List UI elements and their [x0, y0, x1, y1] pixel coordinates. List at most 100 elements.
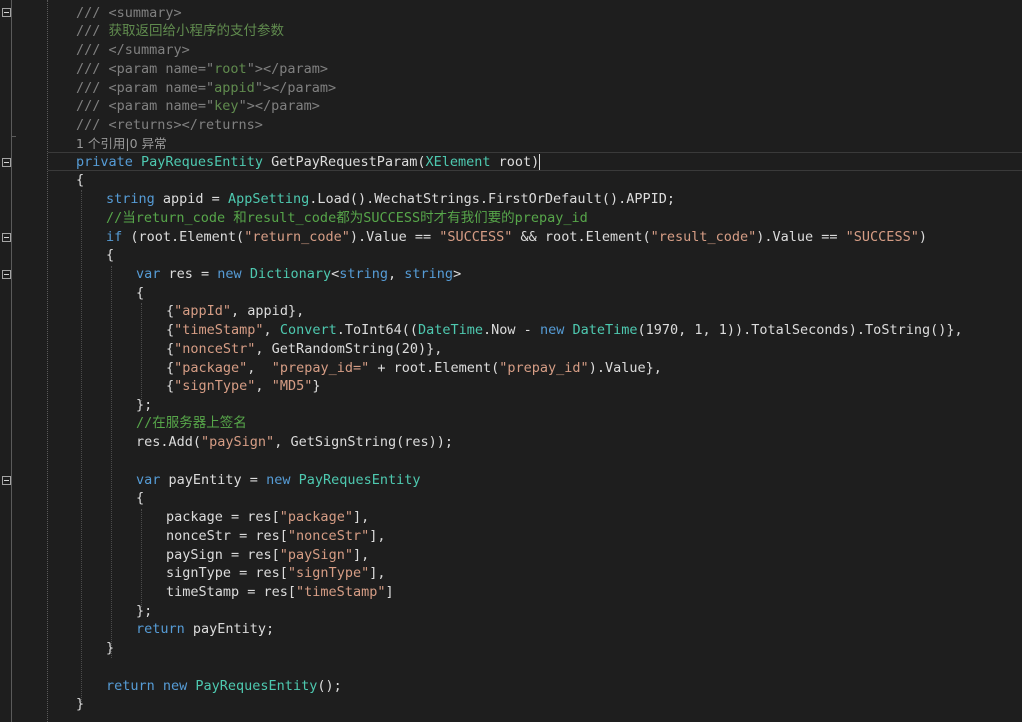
- code-token: ).Value ==: [349, 229, 440, 245]
- code-token: /// </summary>: [76, 42, 190, 58]
- code-line[interactable]: return payEntity;: [136, 620, 274, 639]
- collapse-if-icon[interactable]: [2, 233, 11, 242]
- code-line[interactable]: {: [106, 246, 114, 265]
- code-token: ,: [388, 266, 405, 282]
- code-token: /// <param name=": [76, 80, 215, 96]
- code-token: PayRequesEntity: [195, 678, 318, 694]
- code-token: ).Value},: [588, 360, 662, 376]
- code-token: ): [918, 229, 927, 245]
- code-line[interactable]: /// <summary>: [76, 4, 182, 23]
- code-token: AppSetting: [227, 191, 310, 207]
- code-token: payEntity =: [168, 472, 267, 488]
- code-line[interactable]: paySign = res["paySign"],: [166, 546, 369, 565]
- code-token: {: [166, 341, 175, 357]
- code-line[interactable]: {: [76, 171, 84, 190]
- code-token: {: [136, 285, 145, 301]
- code-token: var: [136, 266, 169, 282]
- code-token: "nonceStr": [174, 341, 256, 357]
- collapse-method-icon[interactable]: [2, 158, 11, 167]
- code-token: {: [166, 360, 175, 376]
- code-line[interactable]: }: [106, 639, 114, 658]
- code-line[interactable]: var res = new Dictionary<string, string>: [136, 265, 461, 284]
- code-editor[interactable]: /// <summary> /// 获取返回给小程序的支付参数 /// </su…: [0, 0, 1022, 722]
- code-token: ],: [369, 528, 386, 544]
- code-token: //当return_code 和result_code都为SUCCESS时才有我…: [106, 210, 588, 226]
- code-token: "prepay_id": [499, 360, 589, 376]
- code-token: "MD5": [271, 378, 313, 394]
- code-token: "signType": [174, 378, 256, 394]
- code-line[interactable]: timeStamp = res["timeStamp"]: [166, 583, 394, 602]
- code-line[interactable]: //当return_code 和result_code都为SUCCESS时才有我…: [106, 209, 588, 228]
- code-line[interactable]: {: [136, 489, 144, 508]
- code-line[interactable]: {: [136, 284, 144, 303]
- code-token: "return_code": [244, 229, 350, 245]
- code-token: && root.Element(: [512, 229, 651, 245]
- code-token: res =: [168, 266, 218, 282]
- code-line[interactable]: };: [136, 396, 152, 415]
- code-token: Convert: [279, 322, 337, 338]
- code-line[interactable]: string appid = AppSetting.Load().WechatS…: [106, 190, 675, 209]
- code-line[interactable]: /// </summary>: [76, 41, 190, 60]
- code-token: {: [166, 322, 175, 338]
- code-token: private: [76, 154, 142, 170]
- code-line[interactable]: nonceStr = res["nonceStr"],: [166, 527, 385, 546]
- code-line[interactable]: /// 获取返回给小程序的支付参数: [76, 22, 284, 41]
- code-token: "paySign": [279, 547, 353, 563]
- code-token: {: [136, 490, 145, 506]
- code-line[interactable]: if (root.Element("return_code").Value ==…: [106, 228, 927, 247]
- code-token: ///: [76, 23, 109, 39]
- code-line[interactable]: package = res["package"],: [166, 508, 369, 527]
- code-token: DateTime: [418, 322, 484, 338]
- code-line[interactable]: };: [136, 602, 152, 621]
- code-token: .Load().WechatStrings.FirstOrDefault().A…: [309, 191, 675, 207]
- indent-guide: [141, 509, 142, 607]
- code-token: new: [266, 472, 299, 488]
- code-token: var: [136, 472, 169, 488]
- code-line[interactable]: /// <param name="key"></param>: [76, 97, 320, 116]
- code-token: + root.Element(: [369, 360, 500, 376]
- collapse-payentity-icon[interactable]: [2, 476, 11, 485]
- code-token: }: [76, 696, 85, 712]
- codelens-references[interactable]: 1 个引用|0 异常: [76, 134, 167, 153]
- code-token: payEntity;: [192, 621, 275, 637]
- code-line[interactable]: /// <param name="root"></param>: [76, 60, 328, 79]
- code-token: /// <returns></returns>: [76, 117, 263, 133]
- code-token: {: [76, 172, 85, 188]
- indent-guide: [111, 266, 112, 658]
- code-line[interactable]: res.Add("paySign", GetSignString(res));: [136, 433, 453, 452]
- code-token: root): [498, 154, 540, 170]
- code-token: (1970, 1, 1)).TotalSeconds).ToString()},: [637, 322, 963, 338]
- code-line[interactable]: signType = res["signType"],: [166, 564, 385, 583]
- code-line[interactable]: {"nonceStr", GetRandomString(20)},: [166, 340, 442, 359]
- code-token: timeStamp = res[: [166, 584, 297, 600]
- code-token: "SUCCESS": [439, 229, 513, 245]
- code-line[interactable]: {"package", "prepay_id=" + root.Element(…: [166, 359, 662, 378]
- code-line[interactable]: /// <param name="appid"></param>: [76, 79, 336, 98]
- code-line[interactable]: var payEntity = new PayRequesEntity: [136, 471, 421, 490]
- code-token: "paySign": [201, 434, 275, 450]
- editor-margin-line: [47, 0, 48, 722]
- code-line[interactable]: private PayRequesEntity GetPayRequestPar…: [76, 153, 541, 172]
- code-line[interactable]: {"appId", appid},: [166, 302, 304, 321]
- code-token: "nonceStr": [287, 528, 370, 544]
- code-token: .ToInt64((: [336, 322, 418, 338]
- code-token: }: [312, 378, 321, 394]
- code-token: Dictionary: [249, 266, 332, 282]
- code-line[interactable]: {"signType", "MD5"}: [166, 377, 320, 396]
- indent-guide: [81, 190, 82, 702]
- code-token: ).Value ==: [756, 229, 846, 245]
- indent-guide: [141, 303, 142, 401]
- code-token: paySign = res[: [166, 547, 280, 563]
- code-token: if: [106, 229, 131, 245]
- collapse-dictionary-icon[interactable]: [2, 270, 11, 279]
- code-line[interactable]: return new PayRequesEntity();: [106, 677, 342, 696]
- code-line[interactable]: }: [76, 695, 84, 714]
- code-line[interactable]: /// <returns></returns>: [76, 116, 263, 135]
- collapse-summary-icon[interactable]: [2, 8, 11, 17]
- code-token: , GetRandomString(20)},: [255, 341, 443, 357]
- code-token: return: [136, 621, 193, 637]
- code-line[interactable]: //在服务器上签名: [136, 414, 247, 433]
- code-token: XElement: [425, 154, 499, 170]
- code-line[interactable]: {"timeStamp", Convert.ToInt64((DateTime.…: [166, 321, 963, 340]
- code-token: };: [136, 397, 153, 413]
